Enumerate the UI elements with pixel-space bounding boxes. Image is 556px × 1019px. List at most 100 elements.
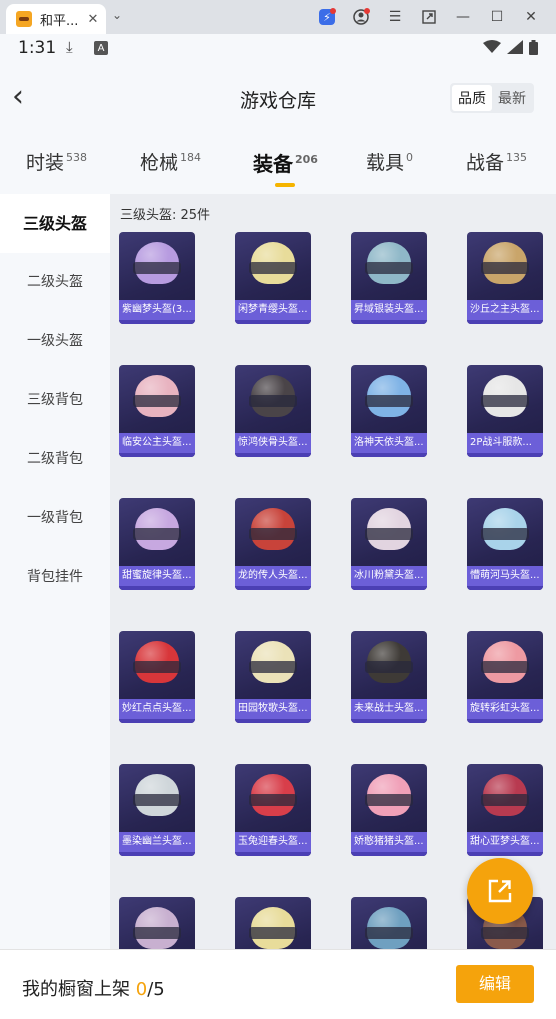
showcase-total: /5	[147, 979, 165, 1000]
tab-label: 战备	[466, 152, 505, 174]
item-card[interactable]: 龙的传人头盔...	[235, 498, 311, 590]
item-card[interactable]: 懵萌河马头盔...	[467, 498, 543, 590]
helmet-visor	[133, 262, 181, 274]
menu-icon[interactable]: ☰	[378, 0, 412, 34]
item-card[interactable]: 田园牧歌头盔...	[235, 631, 311, 723]
sidebar-item-level3-helmet[interactable]: 三级头盔	[0, 194, 110, 253]
item-quality-bar	[119, 586, 195, 590]
sidebar-item-level1-backpack[interactable]: 一级背包	[0, 489, 110, 548]
item-card[interactable]: 旋转彩虹头盔...	[467, 631, 543, 723]
helmet-visor	[365, 927, 413, 939]
item-card[interactable]: 2P战斗服款...	[467, 365, 543, 457]
item-card[interactable]: 娇憨猪猪头盔...	[351, 764, 427, 856]
helmet-visor	[249, 528, 297, 540]
sort-newest-button[interactable]: 最新	[492, 85, 532, 111]
item-name: 妙红点点头盔...	[119, 699, 195, 719]
sidebar-item-level2-backpack[interactable]: 二级背包	[0, 430, 110, 489]
sidebar-item-level1-helmet[interactable]: 一级头盔	[0, 312, 110, 371]
item-quality-bar	[467, 453, 543, 457]
item-name: 懵萌河马头盔...	[467, 566, 543, 586]
tab-label: 枪械	[140, 152, 179, 174]
tab-label: 时装	[26, 152, 65, 174]
showcase-label-text: 我的橱窗上架	[22, 979, 136, 1000]
item-card[interactable]: 玉兔迎春头盔...	[235, 764, 311, 856]
item-card[interactable]: 洛神天依头盔...	[351, 365, 427, 457]
close-window-icon[interactable]: ✕	[514, 0, 548, 34]
item-content-area: 三级头盔: 25件 紫幽梦头盔(3... 闲梦青缨头盔... 昇域银装头盔... 沙丘…	[110, 194, 556, 949]
item-card[interactable]: 妙红点点头盔...	[119, 631, 195, 723]
app-header: ‹ 游戏仓库 品质 最新	[0, 64, 556, 132]
item-quality-bar	[467, 586, 543, 590]
tab-label: 载具	[366, 152, 405, 174]
minimize-icon[interactable]: —	[446, 0, 480, 34]
item-name: 龙的传人头盔...	[235, 566, 311, 586]
helmet-visor	[365, 395, 413, 407]
item-quality-bar	[119, 852, 195, 856]
tab-count: 0	[406, 151, 414, 164]
helmet-visor	[249, 661, 297, 673]
tab-vehicles[interactable]: 载具 0	[366, 148, 413, 175]
helmet-visor	[481, 794, 529, 806]
item-quality-bar	[235, 320, 311, 324]
tab-fashion[interactable]: 时装 538	[26, 148, 87, 175]
sort-quality-button[interactable]: 品质	[452, 85, 492, 111]
helmet-visor	[249, 794, 297, 806]
item-name: 闲梦青缨头盔...	[235, 300, 311, 320]
sidebar-item-level2-helmet[interactable]: 二级头盔	[0, 253, 110, 312]
item-name: 沙丘之主头盔...	[467, 300, 543, 320]
helmet-visor	[133, 927, 181, 939]
item-card[interactable]: 紫幽梦头盔(3...	[119, 232, 195, 324]
item-card[interactable]	[119, 897, 195, 949]
browser-tab-bar: 和平... ✕ ⌄ ⚡ ☰ — ☐ ✕	[0, 0, 556, 34]
status-time: 1:31	[18, 38, 57, 58]
helmet-visor	[365, 661, 413, 673]
item-quality-bar	[351, 719, 427, 723]
edit-button[interactable]: 编辑	[456, 965, 534, 1003]
item-card[interactable]: 闲梦青缨头盔...	[235, 232, 311, 324]
tab-equipment[interactable]: 装备 206	[253, 148, 318, 187]
item-name: 冰川粉黛头盔...	[351, 566, 427, 586]
item-card[interactable]: 墨染幽兰头盔...	[119, 764, 195, 856]
item-card[interactable]: 甜心亚梦头盔...	[467, 764, 543, 856]
external-window-icon[interactable]	[412, 0, 446, 34]
item-quality-bar	[351, 453, 427, 457]
item-name: 甜心亚梦头盔...	[467, 832, 543, 852]
tab-close-icon[interactable]: ✕	[84, 12, 102, 27]
active-tab-underline	[275, 183, 295, 187]
item-card[interactable]: 临安公主头盔...	[119, 365, 195, 457]
maximize-icon[interactable]: ☐	[480, 0, 514, 34]
tab-dropdown-icon[interactable]: ⌄	[112, 8, 122, 22]
helmet-visor	[481, 528, 529, 540]
battery-icon	[529, 40, 538, 59]
item-name: 甜蜜旋律头盔...	[119, 566, 195, 586]
sidebar-item-backpack-pendant[interactable]: 背包挂件	[0, 548, 110, 607]
a-notification-icon: A	[94, 41, 108, 55]
helmet-visor	[133, 395, 181, 407]
profile-icon[interactable]	[344, 0, 378, 34]
item-quality-bar	[351, 320, 427, 324]
helmet-visor	[481, 395, 529, 407]
tab-guns[interactable]: 枪械 184	[140, 148, 201, 175]
tab-supplies[interactable]: 战备 135	[466, 148, 527, 175]
item-card[interactable]: 昇域银装头盔...	[351, 232, 427, 324]
item-quality-bar	[235, 586, 311, 590]
window-controls: ⚡ ☰ — ☐ ✕	[310, 0, 548, 34]
sidebar-item-level3-backpack[interactable]: 三级背包	[0, 371, 110, 430]
bottom-bar: 我的橱窗上架 0/5 编辑	[0, 949, 556, 1019]
item-card[interactable]	[351, 897, 427, 949]
item-card[interactable]	[235, 897, 311, 949]
app-favicon-icon	[16, 11, 32, 27]
item-quality-bar	[467, 852, 543, 856]
tab-count: 184	[180, 151, 202, 164]
browser-tab[interactable]: 和平... ✕	[6, 4, 106, 34]
share-button[interactable]	[467, 858, 533, 924]
extension-icon[interactable]: ⚡	[310, 0, 344, 34]
item-card[interactable]: 沙丘之主头盔...	[467, 232, 543, 324]
item-quality-bar	[235, 719, 311, 723]
item-quality-bar	[119, 320, 195, 324]
item-name: 旋转彩虹头盔...	[467, 699, 543, 719]
item-card[interactable]: 惊鸿侠骨头盔...	[235, 365, 311, 457]
item-card[interactable]: 未来战士头盔...	[351, 631, 427, 723]
item-card[interactable]: 甜蜜旋律头盔...	[119, 498, 195, 590]
item-card[interactable]: 冰川粉黛头盔...	[351, 498, 427, 590]
